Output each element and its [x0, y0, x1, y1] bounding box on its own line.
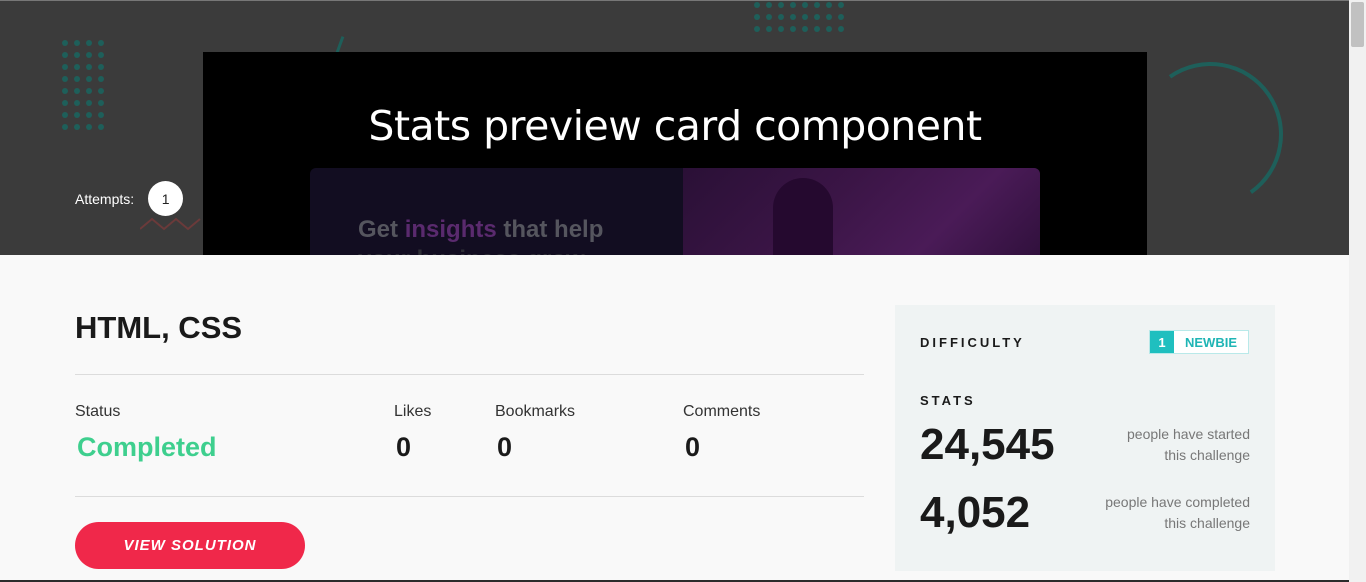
completed-description: people have completed this challenge	[1105, 494, 1250, 531]
started-count: 24,545	[920, 420, 1055, 469]
window-top-border	[0, 0, 1349, 1]
bookmarks-value: 0	[497, 432, 513, 462]
attempts: Attempts: 1	[75, 181, 184, 216]
decorative-dots	[62, 40, 104, 130]
challenge-sidebar: DIFFICULTY 1 NEWBIE STATS 24,545 people …	[895, 305, 1275, 571]
technologies-heading: HTML, CSS	[75, 310, 243, 345]
difficulty-label: NEWBIE	[1185, 334, 1237, 350]
started-description: people have started this challenge	[1127, 426, 1250, 463]
likes-value: 0	[396, 432, 412, 462]
view-solution-button[interactable]: VIEW SOLUTION	[75, 522, 305, 569]
likes-label: Likes	[394, 403, 432, 420]
comments-label: Comments	[683, 403, 761, 420]
decorative-dots	[754, 2, 844, 32]
bookmarks-label: Bookmarks	[495, 403, 576, 420]
divider	[75, 374, 864, 375]
decorative-zigzag	[140, 217, 201, 231]
challenge-preview-image[interactable]: Stats preview card component Get insight…	[203, 52, 1147, 255]
decorative-arc	[1126, 50, 1295, 219]
preview-headline-line-2: your business grow	[358, 246, 585, 255]
difficulty-heading: DIFFICULTY	[920, 335, 1025, 350]
difficulty-level: 1	[1150, 331, 1174, 353]
divider	[75, 496, 864, 497]
preview-photo	[683, 168, 1040, 255]
completed-count: 4,052	[920, 488, 1031, 537]
attempts-count-badge[interactable]: 1	[148, 181, 184, 216]
vertical-scrollbar[interactable]	[1349, 0, 1366, 582]
comments-value: 0	[685, 432, 701, 462]
challenge-title: Stats preview card component	[368, 102, 982, 150]
difficulty-badge[interactable]: 1 NEWBIE	[1149, 330, 1249, 354]
status-value: Completed	[77, 432, 217, 462]
hero-banner: Stats preview card component Get insight…	[0, 0, 1349, 255]
attempts-label: Attempts:	[75, 190, 135, 207]
preview-headline: Get insights that help	[358, 216, 604, 243]
preview-card: Get insights that help your business gro…	[310, 168, 1040, 255]
stats-heading: STATS	[920, 393, 976, 408]
scrollbar-thumb[interactable]	[1351, 2, 1364, 47]
status-label: Status	[75, 403, 121, 420]
